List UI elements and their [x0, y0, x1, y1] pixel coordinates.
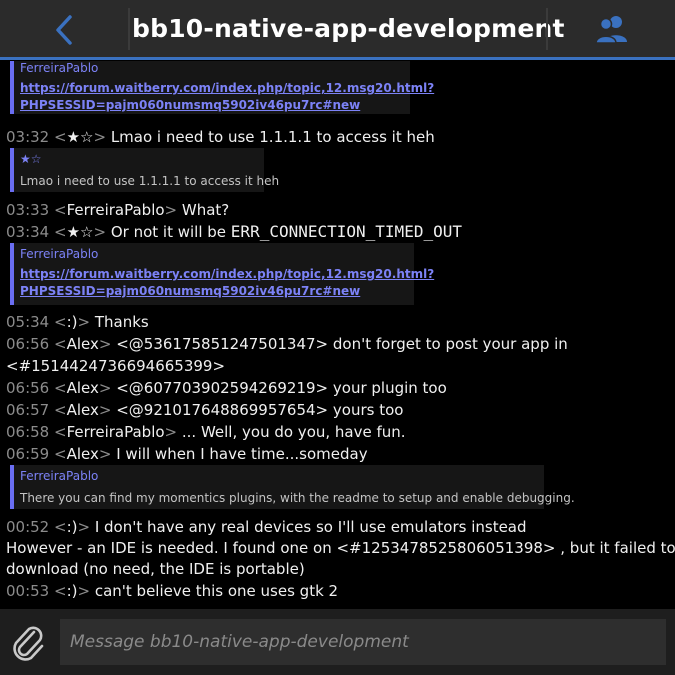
message-text: ... Well, you do you, have fun. — [181, 423, 406, 441]
message-composer — [0, 609, 675, 675]
quote-link[interactable]: PHPSESSID=pajm060numsmq5902iv46pu7rc#new — [20, 284, 360, 298]
quote-link[interactable]: https://forum.waitberry.com/index.php/to… — [20, 267, 434, 281]
header-divider — [128, 8, 130, 50]
quote-text: There you can find my momentics plugins,… — [20, 491, 575, 505]
quote-link[interactable]: PHPSESSID=pajm060numsmq5902iv46pu7rc#new — [20, 98, 360, 112]
message-timestamp: 03:34 — [6, 223, 50, 241]
nick-close-bracket: > — [77, 582, 95, 600]
message-timestamp: 06:57 — [6, 401, 50, 419]
message-timestamp: 06:56 — [6, 379, 50, 397]
message-text: What? — [181, 201, 230, 219]
chat-message: 00:52 <:)> I don't have any real devices… — [6, 516, 527, 538]
message-author[interactable]: :) — [67, 313, 78, 331]
nick-open-bracket: < — [49, 335, 67, 353]
nick-close-bracket: > — [93, 223, 111, 241]
message-timestamp: 00:53 — [6, 582, 50, 600]
message-text: I don't have any real devices so I'll us… — [94, 518, 527, 536]
message-text: I will when I have time...someday — [116, 445, 368, 463]
nick-open-bracket: < — [49, 423, 67, 441]
message-author[interactable]: Alex — [67, 445, 99, 463]
message-timestamp: 06:59 — [6, 445, 50, 463]
back-button[interactable] — [40, 12, 90, 48]
message-timestamp: 00:52 — [6, 518, 50, 536]
nick-close-bracket: > — [77, 518, 95, 536]
nick-close-bracket: > — [164, 423, 182, 441]
message-text: can't believe this one uses gtk 2 — [94, 582, 339, 600]
message-author[interactable]: :) — [67, 518, 78, 536]
chat-message: 00:53 <:)> can't believe this one uses g… — [6, 580, 338, 602]
nick-close-bracket: > — [98, 379, 117, 397]
chat-message: 06:57 <Alex> <@921017648869957654> yours… — [6, 399, 403, 421]
message-timestamp: 03:33 — [6, 201, 50, 219]
message-author[interactable]: Alex — [67, 379, 99, 397]
chat-message: 06:56 <Alex> <@607703902594269219> your … — [6, 377, 447, 399]
quote-author[interactable]: FerreiraPablo — [20, 247, 98, 261]
attach-button[interactable] — [10, 623, 46, 661]
message-author[interactable]: Alex — [67, 335, 99, 353]
message-input[interactable] — [60, 619, 666, 665]
message-continuation: However - an IDE is needed. I found one … — [6, 539, 675, 557]
message-author[interactable]: FerreiraPablo — [67, 201, 165, 219]
chat-header: bb10-native-app-development — [0, 0, 675, 60]
nick-close-bracket: > — [98, 335, 117, 353]
message-text: <@607703902594269219> your plugin too — [116, 379, 447, 397]
inline-code: ERR_CONNECTION_TIMED_OUT — [230, 222, 462, 241]
nick-close-bracket: > — [77, 313, 95, 331]
quote-author[interactable]: FerreiraPablo — [20, 61, 98, 75]
nick-open-bracket: < — [49, 518, 67, 536]
quote-text: Lmao i need to use 1.1.1.1 to access it … — [20, 174, 280, 188]
nick-open-bracket: < — [49, 313, 67, 331]
nick-open-bracket: < — [49, 128, 67, 146]
message-author[interactable]: FerreiraPablo — [67, 423, 165, 441]
message-text: <@536175851247501347> don't forget to po… — [116, 335, 568, 353]
nick-open-bracket: < — [49, 201, 67, 219]
message-list[interactable]: FerreiraPablo https://forum.waitberry.com… — [0, 61, 675, 609]
chat-message: 06:56 <Alex> <@536175851247501347> don't… — [6, 333, 568, 355]
members-icon — [595, 16, 627, 44]
message-timestamp: 06:56 — [6, 335, 50, 353]
quoted-message: FerreiraPablo There you can find my momen… — [10, 465, 575, 509]
message-text: Lmao i need to use 1.1.1.1 to access it … — [110, 128, 435, 146]
chat-message: 03:34 <★☆> Or not it will be ERR_CONNECT… — [6, 221, 462, 243]
message-timestamp: 03:32 — [6, 128, 50, 146]
channel-title: bb10-native-app-development — [132, 14, 565, 43]
paperclip-icon — [13, 626, 44, 661]
message-timestamp: 06:58 — [6, 423, 50, 441]
chevron-left-icon — [56, 15, 72, 45]
nick-close-bracket: > — [164, 201, 182, 219]
message-text: Or not it will be — [110, 223, 227, 241]
chat-message: 05:34 <:)> Thanks — [6, 311, 149, 333]
nick-close-bracket: > — [98, 445, 117, 463]
chat-message: 03:32 <★☆> Lmao i need to use 1.1.1.1 to… — [6, 126, 435, 148]
message-author[interactable]: :) — [67, 582, 78, 600]
quote-author[interactable]: FerreiraPablo — [20, 469, 98, 483]
nick-open-bracket: < — [49, 223, 67, 241]
nick-close-bracket: > — [93, 128, 111, 146]
quoted-message: ★☆ Lmao i need to use 1.1.1.1 to access i… — [10, 148, 279, 192]
quote-author[interactable]: ★☆ — [20, 152, 42, 166]
nick-open-bracket: < — [49, 445, 67, 463]
message-continuation: <#1514424736694665399> — [6, 357, 226, 375]
nick-open-bracket: < — [49, 582, 67, 600]
chat-message: 06:59 <Alex> I will when I have time...s… — [6, 443, 368, 465]
nick-open-bracket: < — [49, 401, 67, 419]
message-author[interactable]: Alex — [67, 401, 99, 419]
message-author[interactable]: ★☆ — [67, 223, 94, 241]
message-author[interactable]: ★☆ — [67, 128, 94, 146]
header-divider — [546, 8, 548, 50]
nick-open-bracket: < — [49, 379, 67, 397]
members-button[interactable] — [590, 12, 634, 48]
message-continuation: download (no need, the IDE is portable) — [6, 560, 305, 578]
chat-message: 03:33 <FerreiraPablo> What? — [6, 199, 229, 221]
quoted-message: FerreiraPablo https://forum.waitberry.com… — [10, 243, 434, 305]
message-text: <@921017648869957654> yours too — [116, 401, 404, 419]
message-timestamp: 05:34 — [6, 313, 50, 331]
chat-message: 06:58 <FerreiraPablo> ... Well, you do y… — [6, 421, 406, 443]
nick-close-bracket: > — [98, 401, 117, 419]
quoted-message: FerreiraPablo https://forum.waitberry.com… — [10, 61, 434, 114]
quote-link[interactable]: https://forum.waitberry.com/index.php/to… — [20, 81, 434, 95]
message-text: Thanks — [94, 313, 149, 331]
